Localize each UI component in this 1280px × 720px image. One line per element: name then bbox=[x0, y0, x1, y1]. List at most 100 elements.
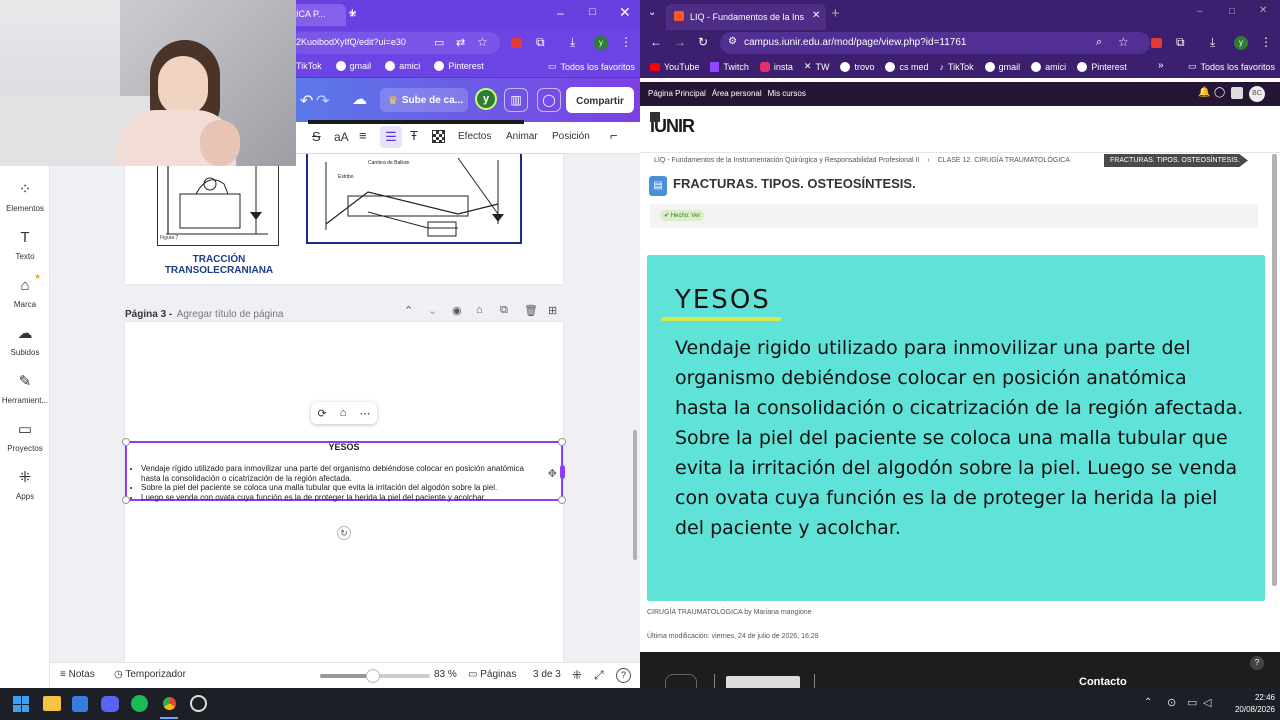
bookmark-star-icon[interactable]: ☆ bbox=[477, 35, 488, 49]
page-3[interactable]: ⟳ ⌂ ⋯ YESOS Vendaje rígido utilizado par… bbox=[122, 322, 566, 662]
volume-icon[interactable]: ◁ bbox=[1203, 696, 1211, 709]
bookmark-twitch[interactable]: Twitch bbox=[710, 61, 749, 72]
side-resize-handle[interactable] bbox=[560, 465, 565, 479]
extensions-puzzle-icon[interactable]: ⧉ bbox=[536, 35, 545, 50]
store-icon[interactable] bbox=[72, 696, 88, 712]
nav-home[interactable]: Página Principal bbox=[648, 89, 706, 98]
messages-icon[interactable]: ◯ bbox=[1214, 87, 1225, 98]
right-menu-icon[interactable]: ⋮ bbox=[1260, 35, 1272, 49]
file-explorer-icon[interactable] bbox=[43, 696, 61, 711]
left-url-field[interactable]: 2KuoibodXyIfQ/edit?ui=e30 bbox=[290, 32, 500, 54]
breadcrumb-course[interactable]: LIQ - Fundamentos de la Instrumentación … bbox=[654, 157, 919, 164]
left-menu-icon[interactable]: ⋮ bbox=[620, 35, 632, 49]
animate-button[interactable]: Animar bbox=[506, 131, 538, 142]
undo-icon[interactable]: ↶ bbox=[300, 91, 313, 111]
grid-view-icon[interactable]: ⁜ bbox=[572, 668, 582, 682]
bookmark-tiktok[interactable]: ♪ TikTok bbox=[939, 61, 973, 72]
forward-icon[interactable]: → bbox=[674, 35, 686, 49]
left-active-tab[interactable]: ICA P... bbox=[290, 4, 346, 26]
mail-icon[interactable] bbox=[1231, 87, 1243, 99]
bookmarks-overflow-icon[interactable]: » bbox=[1158, 60, 1164, 71]
bookmark-tw[interactable]: ✕ TW bbox=[804, 61, 830, 72]
sidebar-item-tools[interactable]: ✎ Herramient... bbox=[0, 374, 50, 406]
bookmark-csmed[interactable]: cs med bbox=[885, 61, 928, 72]
sidebar-item-brand[interactable]: ⌂ Marca ★ bbox=[0, 272, 50, 309]
minimize-icon[interactable]: – bbox=[557, 6, 564, 20]
zoom-slider-knob[interactable] bbox=[365, 669, 380, 683]
align-icon[interactable]: ≡ bbox=[359, 128, 367, 143]
network-icon[interactable]: ▭ bbox=[1187, 696, 1197, 709]
paint-roller-icon[interactable]: ⌐ bbox=[610, 128, 618, 143]
bookmark-youtube[interactable]: YouTube bbox=[650, 61, 699, 72]
translate-icon[interactable]: ⇄ bbox=[456, 36, 465, 49]
sidebar-item-projects[interactable]: ▭ Proyectos bbox=[0, 422, 50, 454]
tab-search-icon[interactable]: ⌄ bbox=[648, 7, 656, 18]
nav-dashboard[interactable]: Área personal bbox=[712, 89, 762, 98]
all-bookmarks-right[interactable]: ▭ Todos los favoritos bbox=[1188, 61, 1275, 72]
sidebar-item-text[interactable]: T Texto bbox=[0, 230, 50, 262]
spotify-icon[interactable] bbox=[131, 695, 148, 712]
insights-chart-icon[interactable]: ▥ bbox=[504, 88, 528, 112]
extension-icon[interactable] bbox=[1151, 38, 1162, 48]
comment-add-icon[interactable]: ⟳ bbox=[318, 407, 327, 420]
add-page-icon[interactable]: ⊞ bbox=[548, 304, 557, 317]
maximize-icon[interactable]: □ bbox=[589, 6, 596, 18]
obs-icon[interactable] bbox=[190, 695, 207, 712]
bookmark-amici[interactable]: amici bbox=[1031, 61, 1066, 72]
resize-handle[interactable] bbox=[558, 496, 566, 504]
bookmark-pinterest[interactable]: Pinterest bbox=[1077, 61, 1127, 72]
discord-icon[interactable] bbox=[101, 696, 119, 712]
zoom-lens-icon[interactable]: ⌕ bbox=[1096, 36, 1102, 49]
resize-handle[interactable] bbox=[558, 438, 566, 446]
chrome-icon[interactable] bbox=[160, 694, 179, 713]
breadcrumb-class[interactable]: CLASE 12. CIRUGÍA TRAUMATOLÓGICA bbox=[938, 157, 1070, 164]
microphone-icon[interactable]: ⊙ bbox=[1167, 696, 1176, 709]
user-avatar[interactable]: BC bbox=[1249, 86, 1265, 102]
back-icon[interactable]: ← bbox=[650, 35, 662, 49]
canva-avatar[interactable]: y bbox=[475, 88, 497, 110]
zoom-slider[interactable] bbox=[320, 669, 430, 683]
all-bookmarks-left[interactable]: ▭ Todos los favoritos bbox=[548, 61, 635, 72]
lock-icon[interactable]: ⌂ bbox=[476, 304, 483, 316]
site-info-icon[interactable]: ⚙ bbox=[728, 36, 737, 47]
bookmark-amici[interactable]: amici bbox=[385, 61, 420, 71]
page-2[interactable]: Figura 7 Cambra de Balkan Estribo TRACCI… bbox=[125, 120, 563, 284]
share-button[interactable]: Compartir bbox=[566, 87, 634, 113]
windows-start-icon[interactable] bbox=[13, 696, 29, 712]
extensions-puzzle-icon[interactable]: ⧉ bbox=[1176, 35, 1185, 50]
tray-chevron-icon[interactable]: ⌃ bbox=[1144, 697, 1152, 708]
resize-handle[interactable] bbox=[122, 496, 130, 504]
zoom-level[interactable]: 83 % bbox=[434, 669, 457, 680]
effects-button[interactable]: Efectos bbox=[458, 131, 491, 142]
right-active-tab[interactable]: LIQ - Fundamentos de la Instru ✕ bbox=[666, 4, 826, 30]
chevron-up-icon[interactable]: ⌃ bbox=[404, 304, 413, 317]
left-profile-avatar[interactable]: y bbox=[594, 36, 608, 50]
transparency-icon[interactable] bbox=[432, 130, 445, 143]
nav-my-courses[interactable]: Mis cursos bbox=[768, 89, 806, 98]
help-icon[interactable]: ? bbox=[1250, 656, 1264, 670]
install-icon[interactable]: ▭ bbox=[434, 36, 444, 49]
clock-time[interactable]: 22:46 bbox=[1245, 693, 1275, 702]
reload-icon[interactable]: ↻ bbox=[698, 35, 708, 49]
bookmark-gmail[interactable]: gmail bbox=[335, 61, 371, 71]
pages-button[interactable]: ▭ Páginas bbox=[468, 669, 516, 680]
rotate-icon[interactable]: ↻ bbox=[337, 526, 351, 540]
download-icon[interactable]: ⤓ bbox=[570, 35, 575, 50]
upload-button[interactable]: ♛ Sube de ca... bbox=[380, 88, 468, 112]
bookmark-gmail[interactable]: gmail bbox=[984, 61, 1020, 72]
page-title-input[interactable]: Agregar título de página bbox=[177, 309, 284, 320]
chevron-down-icon[interactable]: ⌄ bbox=[428, 304, 437, 317]
spacing-icon[interactable]: Ŧ bbox=[410, 128, 418, 143]
font-size-toggle[interactable]: aA bbox=[334, 130, 349, 144]
maximize-icon[interactable]: □ bbox=[1229, 6, 1235, 17]
new-tab-plus-icon[interactable]: + bbox=[831, 5, 840, 22]
close-tab-icon[interactable]: ✕ bbox=[812, 10, 820, 21]
list-icon[interactable]: ☰ bbox=[380, 126, 402, 148]
bookmark-insta[interactable]: insta bbox=[759, 61, 793, 72]
minimize-icon[interactable]: – bbox=[1197, 6, 1203, 17]
bookmark-star-icon[interactable]: ☆ bbox=[1118, 35, 1129, 49]
page-scrollbar[interactable] bbox=[1272, 154, 1277, 586]
right-profile-avatar[interactable]: y bbox=[1234, 36, 1248, 50]
resize-handle[interactable] bbox=[122, 438, 130, 446]
sidebar-item-apps[interactable]: ⁜ Apps bbox=[0, 470, 50, 502]
